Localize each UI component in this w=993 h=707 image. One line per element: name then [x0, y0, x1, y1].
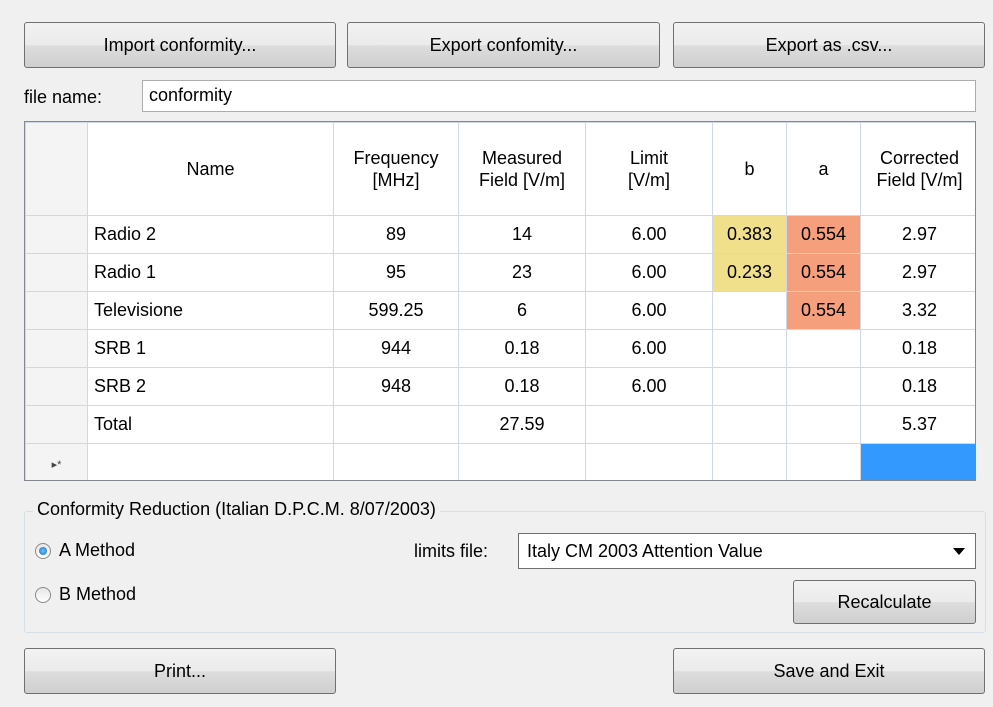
radio-checked-icon[interactable]: [35, 542, 51, 559]
cell-corrected-field[interactable]: 0.18: [860, 367, 975, 406]
cell-limit[interactable]: 6.00: [585, 253, 713, 292]
cell-limit[interactable]: 6.00: [585, 291, 713, 330]
export-csv-button[interactable]: Export as .csv...: [673, 22, 985, 68]
cell-a[interactable]: [786, 367, 861, 406]
cell-name[interactable]: Radio 1: [87, 253, 334, 292]
file-name-label: file name:: [24, 87, 103, 107]
cell-name[interactable]: Radio 2: [87, 215, 334, 254]
method-a-label: A Method: [59, 540, 136, 560]
cell-corrected-field[interactable]: 2.97: [860, 215, 975, 254]
cell-corrected-field[interactable]: 3.32: [860, 291, 975, 330]
row-header-corner: [25, 122, 88, 216]
cell-b[interactable]: [712, 367, 787, 406]
cell-measured-field[interactable]: 0.18: [458, 329, 586, 368]
column-header-b[interactable]: b: [712, 122, 787, 216]
cell-measured-field[interactable]: 6: [458, 291, 586, 330]
new-cell-name[interactable]: [87, 443, 334, 480]
cell-name[interactable]: Total: [87, 405, 334, 444]
cell-limit[interactable]: 6.00: [585, 329, 713, 368]
print-button[interactable]: Print...: [24, 648, 336, 694]
radio-unchecked-icon[interactable]: [35, 586, 51, 603]
dropdown-arrow-icon[interactable]: [953, 548, 965, 555]
cell-corrected-field[interactable]: 5.37: [860, 405, 975, 444]
cell-a[interactable]: 0.554: [786, 253, 861, 292]
table-row[interactable]: SRB 1 944 0.18 6.00 0.18: [25, 329, 975, 368]
cell-b[interactable]: [712, 405, 787, 444]
method-b-label: B Method: [59, 584, 137, 604]
table-row[interactable]: Radio 1 95 23 6.00 0.233 0.554 2.97: [25, 253, 975, 292]
table-row[interactable]: Televisione 599.25 6 6.00 0.554 3.32: [25, 291, 975, 330]
limits-file-label: limits file:: [414, 541, 489, 561]
column-header-name[interactable]: Name: [87, 122, 334, 216]
new-row-header[interactable]: ▸*: [25, 443, 88, 480]
cell-a[interactable]: [786, 329, 861, 368]
conformity-reduction-title: Conformity Reduction (Italian D.P.C.M. 8…: [33, 499, 440, 520]
row-header[interactable]: [25, 367, 88, 406]
cell-corrected-field[interactable]: 2.97: [860, 253, 975, 292]
cell-a[interactable]: 0.554: [786, 215, 861, 254]
cell-limit[interactable]: [585, 405, 713, 444]
table-row[interactable]: SRB 2 948 0.18 6.00 0.18: [25, 367, 975, 406]
cell-corrected-field[interactable]: 0.18: [860, 329, 975, 368]
cell-frequency[interactable]: 948: [333, 367, 459, 406]
table-row-total[interactable]: Total 27.59 5.37: [25, 405, 975, 444]
cell-measured-field[interactable]: 0.18: [458, 367, 586, 406]
row-header[interactable]: [25, 405, 88, 444]
column-header-frequency[interactable]: Frequency [MHz]: [333, 122, 459, 216]
cell-a[interactable]: 0.554: [786, 291, 861, 330]
cell-b[interactable]: 0.233: [712, 253, 787, 292]
cell-name[interactable]: SRB 1: [87, 329, 334, 368]
column-header-corrected-field[interactable]: Corrected Field [V/m]: [860, 122, 975, 216]
new-row[interactable]: ▸*: [25, 443, 975, 480]
cell-name[interactable]: Televisione: [87, 291, 334, 330]
column-header-measured-field[interactable]: Measured Field [V/m]: [458, 122, 586, 216]
export-conformity-button[interactable]: Export confomity...: [347, 22, 660, 68]
cell-measured-field[interactable]: 23: [458, 253, 586, 292]
save-and-exit-button[interactable]: Save and Exit: [673, 648, 985, 694]
cell-frequency[interactable]: 599.25: [333, 291, 459, 330]
new-row-marker-icon: ▸*: [51, 458, 62, 471]
import-conformity-button[interactable]: Import conformity...: [24, 22, 336, 68]
column-header-limit[interactable]: Limit [V/m]: [585, 122, 713, 216]
row-header[interactable]: [25, 329, 88, 368]
cell-name[interactable]: SRB 2: [87, 367, 334, 406]
limits-file-select[interactable]: Italy CM 2003 Attention Value: [518, 533, 976, 569]
limits-file-value: Italy CM 2003 Attention Value: [527, 540, 763, 561]
recalculate-button[interactable]: Recalculate: [793, 580, 976, 624]
cell-b[interactable]: [712, 329, 787, 368]
cell-measured-field[interactable]: 14: [458, 215, 586, 254]
column-header-a[interactable]: a: [786, 122, 861, 216]
row-header[interactable]: [25, 291, 88, 330]
method-a-radio[interactable]: A Method: [35, 540, 135, 561]
new-cell-b[interactable]: [712, 443, 787, 480]
row-header[interactable]: [25, 215, 88, 254]
cell-a[interactable]: [786, 405, 861, 444]
file-name-input[interactable]: conformity: [142, 80, 976, 112]
row-header[interactable]: [25, 253, 88, 292]
cell-b[interactable]: 0.383: [712, 215, 787, 254]
method-b-radio[interactable]: B Method: [35, 584, 136, 605]
cell-measured-field[interactable]: 27.59: [458, 405, 586, 444]
cell-b[interactable]: [712, 291, 787, 330]
table-row[interactable]: Radio 2 89 14 6.00 0.383 0.554 2.97: [25, 215, 975, 254]
new-cell-measured-field[interactable]: [458, 443, 586, 480]
cell-limit[interactable]: 6.00: [585, 215, 713, 254]
cell-frequency[interactable]: 944: [333, 329, 459, 368]
new-cell-limit[interactable]: [585, 443, 713, 480]
new-cell-frequency[interactable]: [333, 443, 459, 480]
conformity-grid[interactable]: Name Frequency [MHz] Measured Field [V/m] …: [24, 121, 976, 481]
cell-frequency[interactable]: 89: [333, 215, 459, 254]
grid-header-row: Name Frequency [MHz] Measured Field [V/m] …: [25, 122, 975, 216]
cell-frequency[interactable]: 95: [333, 253, 459, 292]
cell-frequency[interactable]: [333, 405, 459, 444]
new-cell-a[interactable]: [786, 443, 861, 480]
new-cell-corrected-field-selected[interactable]: [860, 443, 975, 480]
cell-limit[interactable]: 6.00: [585, 367, 713, 406]
